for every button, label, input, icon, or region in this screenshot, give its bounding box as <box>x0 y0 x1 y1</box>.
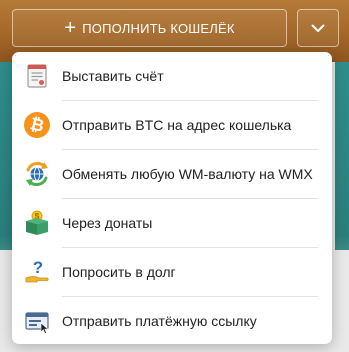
invoice-icon <box>22 61 52 91</box>
gift-box-icon: $ <box>22 208 52 238</box>
plus-icon: + <box>64 17 77 39</box>
menu-item-invoice[interactable]: Выставить счёт <box>12 52 332 100</box>
svg-text:?: ? <box>33 258 43 277</box>
menu-item-label: Выставить счёт <box>62 68 164 84</box>
menu-item-label: Обменять любую WM-валюту на WMX <box>62 166 313 182</box>
menu-item-payment-link[interactable]: Отправить платёжную ссылку <box>12 297 332 345</box>
menu-item-label: Отправить платёжную ссылку <box>62 313 257 329</box>
payment-link-icon <box>22 306 52 336</box>
menu-item-ask-loan[interactable]: ? Попросить в долг <box>12 248 332 296</box>
menu-item-send-btc[interactable]: ₿ Отправить BTC на адрес кошелька <box>12 101 332 149</box>
fill-wallet-label: ПОПОЛНИТЬ КОШЕЛЁК <box>82 20 235 36</box>
ask-loan-icon: ? <box>22 257 52 287</box>
menu-item-label: Через донаты <box>62 215 153 231</box>
fill-wallet-dropdown-button[interactable] <box>297 9 339 47</box>
chevron-down-icon <box>311 24 325 32</box>
menu-item-exchange-wm[interactable]: Обменять любую WM-валюту на WMX <box>12 150 332 198</box>
menu-item-label: Отправить BTC на адрес кошелька <box>62 117 292 133</box>
menu-item-label: Попросить в долг <box>62 264 176 280</box>
bitcoin-icon: ₿ <box>22 110 52 140</box>
exchange-globe-icon <box>22 159 52 189</box>
fill-wallet-button[interactable]: + ПОПОЛНИТЬ КОШЕЛЁК <box>12 9 287 47</box>
fill-wallet-menu: Выставить счёт ₿ Отправить BTC на адрес … <box>12 52 332 344</box>
menu-item-donations[interactable]: $ Через донаты <box>12 199 332 247</box>
